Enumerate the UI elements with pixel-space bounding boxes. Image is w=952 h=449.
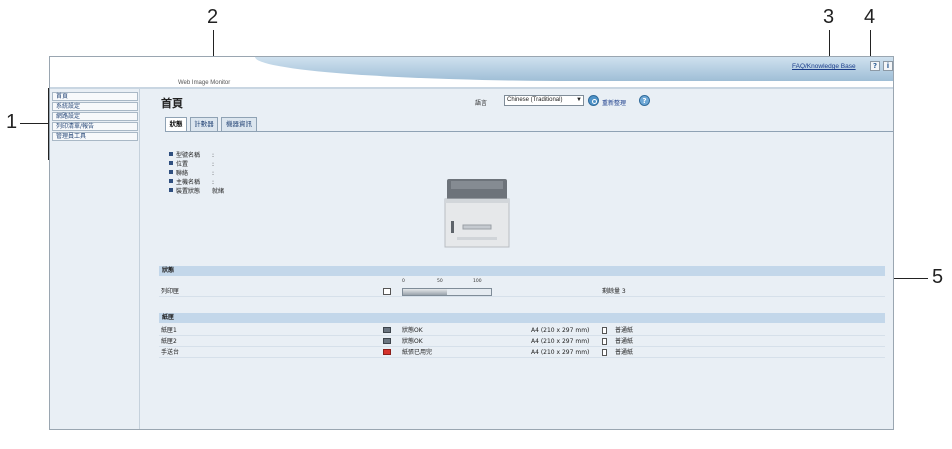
sidebar-item-network-settings[interactable]: 網路設定	[52, 112, 138, 121]
sidebar-item-print-lists-reports[interactable]: 列印清單/報告	[52, 122, 138, 131]
info-row-model: 型號名稱:	[169, 151, 224, 160]
info-label: 裝置狀態	[176, 188, 201, 195]
info-label: 聯絡	[176, 170, 189, 177]
callout-5: 5	[932, 266, 944, 288]
bullet-icon	[169, 188, 173, 192]
tray-icon	[383, 338, 391, 344]
tray-status: 紙張已用完	[402, 349, 433, 356]
tray-name: 手送台	[161, 349, 180, 356]
toner-scale-max: 100	[473, 279, 482, 284]
paper-icon	[602, 338, 607, 345]
bullet-icon	[169, 161, 173, 165]
web-image-monitor-window: Web Image Monitor FAQ/Knowledge Base ? i…	[49, 56, 894, 430]
sidebar-item-system-settings[interactable]: 系統設定	[52, 102, 138, 111]
sidebar-item-administrator-tools[interactable]: 管理員工具	[52, 132, 138, 141]
trays-section-header: 紙匣	[159, 313, 885, 323]
table-row: 紙匣1 狀態OK A4 (210 x 297 mm) 普通紙	[159, 325, 885, 336]
info-label: 位置	[176, 161, 189, 168]
sidebar-menu: 首頁 系統設定 網路設定 列印清單/報告 管理員工具	[50, 89, 140, 429]
tray-status: 狀態OK	[402, 338, 423, 345]
info-row-contact: 聯絡:	[169, 169, 224, 178]
tray-icon	[383, 327, 391, 333]
faq-knowledge-base-link[interactable]: FAQ/Knowledge Base	[792, 63, 856, 70]
info-value: :	[212, 170, 215, 177]
device-info-list: 型號名稱: 位置: 聯絡: 主機名稱: 裝置狀態 就緒	[169, 151, 224, 196]
tray-name: 紙匣2	[161, 338, 177, 345]
toner-scale-min: 0	[402, 279, 405, 284]
info-label: 主機名稱	[176, 179, 201, 186]
app-title: Web Image Monitor	[178, 80, 231, 86]
toner-level-fill	[403, 289, 447, 295]
language-label: 語言	[475, 100, 488, 107]
paper-icon	[602, 349, 607, 356]
info-value: :	[212, 179, 215, 186]
tray-paper-size: A4 (210 x 297 mm)	[531, 327, 590, 334]
tray-status: 狀態OK	[402, 327, 423, 334]
chevron-down-icon: ▼	[576, 97, 582, 103]
language-select-value: Chinese (Traditional)	[507, 97, 563, 103]
table-row: 手送台 紙張已用完 A4 (210 x 297 mm) 普通紙	[159, 347, 885, 358]
tab-divider	[165, 131, 893, 132]
language-select[interactable]: Chinese (Traditional) ▼	[504, 95, 584, 106]
help-icon[interactable]: ?	[870, 61, 880, 71]
refresh-icon[interactable]	[588, 95, 599, 106]
page-title: 首頁	[161, 97, 183, 110]
tray-paper-size: A4 (210 x 297 mm)	[531, 349, 590, 356]
sidebar-item-home[interactable]: 首頁	[52, 92, 138, 101]
question-icon[interactable]: ?	[639, 95, 650, 106]
status-section-header: 狀態	[159, 266, 885, 276]
callout-1: 1	[6, 111, 18, 133]
top-header: Web Image Monitor FAQ/Knowledge Base ? i	[50, 57, 893, 87]
tray-paper-type: 普通紙	[615, 338, 634, 345]
tray-empty-warning-icon	[383, 349, 391, 355]
bullet-icon	[169, 170, 173, 174]
callout-4: 4	[864, 6, 876, 28]
info-label: 型號名稱	[176, 152, 201, 159]
info-row-location: 位置:	[169, 160, 224, 169]
bullet-icon	[169, 152, 173, 156]
info-value: :	[212, 152, 215, 159]
toner-label: 列印匣	[161, 288, 180, 295]
refresh-button[interactable]: 重新整理	[602, 98, 626, 107]
callout-2: 2	[207, 6, 219, 28]
toner-remaining: 剩餘量 3	[602, 288, 626, 295]
tray-paper-size: A4 (210 x 297 mm)	[531, 338, 590, 345]
toner-icon	[383, 288, 391, 295]
tray-paper-type: 普通紙	[615, 349, 634, 356]
info-value: :	[212, 161, 215, 168]
callout-1-line	[20, 123, 48, 124]
tab-status[interactable]: 狀態	[165, 117, 187, 131]
callout-3: 3	[823, 6, 835, 28]
tab-counter[interactable]: 計數器	[190, 117, 218, 131]
toner-row: 列印匣 剩餘量 3	[159, 286, 885, 297]
paper-icon	[602, 327, 607, 334]
bullet-icon	[169, 179, 173, 183]
printer-image	[444, 179, 510, 248]
info-row-host-name: 主機名稱:	[169, 178, 224, 187]
info-value: 就緒	[212, 188, 225, 195]
info-icon[interactable]: i	[883, 61, 893, 71]
info-row-device-status: 裝置狀態 就緒	[169, 187, 224, 196]
toner-scale-mid: 50	[437, 279, 443, 284]
main-content: 首頁 語言 Chinese (Traditional) ▼ 重新整理 ? 狀態 …	[141, 89, 893, 429]
tray-paper-type: 普通紙	[615, 327, 634, 334]
tray-name: 紙匣1	[161, 327, 177, 334]
toner-level-bar	[402, 288, 492, 296]
tab-device-info[interactable]: 機器資訊	[221, 117, 257, 131]
table-row: 紙匣2 狀態OK A4 (210 x 297 mm) 普通紙	[159, 336, 885, 347]
callout-5-line	[890, 278, 928, 279]
